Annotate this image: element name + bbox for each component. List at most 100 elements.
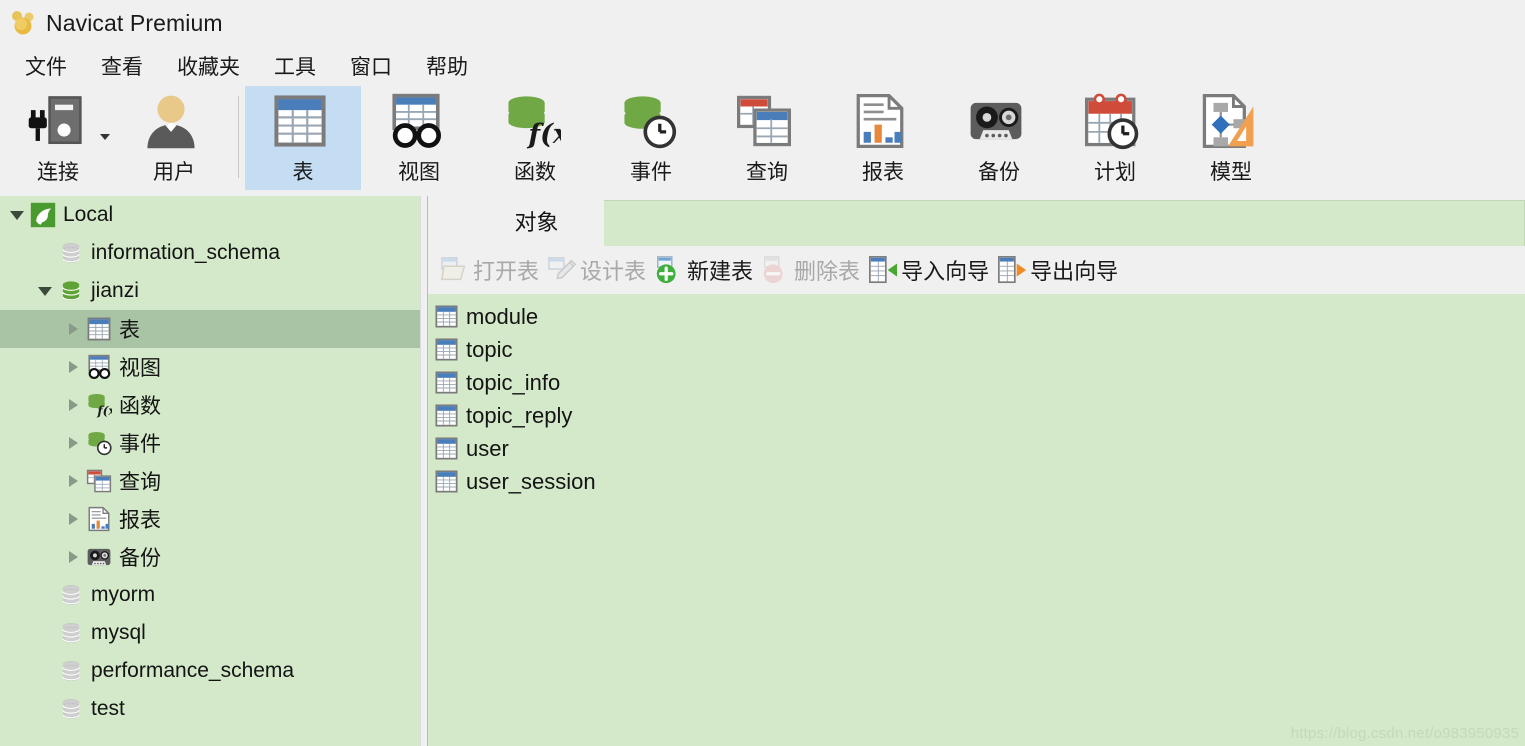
tree-item[interactable]: 备份 [0, 538, 420, 576]
object-button-label: 导入向导 [901, 259, 990, 284]
tab-objects[interactable]: 对象 [469, 196, 604, 246]
toolbar-button-view-glasses[interactable]: 视图 [361, 86, 477, 190]
database-grey-icon [58, 240, 84, 266]
tree-item-label: test [91, 697, 125, 720]
object-button-delete-table-minus: 删除表 [757, 250, 864, 290]
object-button-export-wizard[interactable]: 导出向导 [993, 250, 1122, 290]
tree-item[interactable]: 表 [0, 310, 420, 348]
toolbar-button-backup-tape[interactable]: 备份 [941, 86, 1057, 190]
chevron-right-icon[interactable] [68, 399, 78, 411]
toolbar-button-label: 事件 [630, 161, 672, 184]
tree-item-label: 备份 [119, 547, 161, 570]
tree-item[interactable]: myorm [0, 576, 420, 614]
query-tables-icon [86, 468, 112, 494]
tree-item[interactable]: 查询 [0, 462, 420, 500]
tree-expander[interactable] [4, 210, 30, 220]
tree-item-label: 视图 [119, 357, 161, 380]
toolbar-button-query-tables[interactable]: 查询 [709, 86, 825, 190]
object-toolbar: 打开表 设计表 新建表 删除表 导入向导 导出向导 [428, 246, 1525, 294]
tree-item[interactable]: mysql [0, 614, 420, 652]
tree-item[interactable]: f(x) 函数 [0, 386, 420, 424]
svg-text:f(x): f(x) [96, 404, 112, 418]
query-tables-icon [735, 92, 799, 152]
toolbar-button-event-clock[interactable]: 事件 [593, 86, 709, 190]
tree-item[interactable]: information_schema [0, 234, 420, 272]
chevron-right-icon[interactable] [68, 323, 78, 335]
chevron-right-icon[interactable] [68, 475, 78, 487]
toolbar-button-label: 函数 [514, 161, 556, 184]
tree-item[interactable]: 视图 [0, 348, 420, 386]
event-clock-icon [619, 92, 683, 152]
event-clock-icon [86, 430, 112, 456]
tree-item-label: performance_schema [91, 659, 295, 682]
tree-item-label: 函数 [119, 395, 161, 418]
object-list[interactable]: module topic topic_info topic_reply user… [428, 294, 1525, 746]
toolbar-button-report-chart[interactable]: 报表 [825, 86, 941, 190]
table-icon [434, 304, 462, 330]
chevron-down-icon[interactable] [38, 286, 52, 296]
toolbar-button-model-diagram[interactable]: 模型 [1173, 86, 1289, 190]
toolbar-button-connection-plug[interactable]: 连接 [0, 86, 116, 190]
chevron-right-icon[interactable] [68, 551, 78, 563]
toolbar-button-label: 计划 [1094, 161, 1136, 184]
toolbar-button-label: 用户 [153, 161, 195, 184]
connection-plug-icon [26, 92, 90, 152]
tree-expander[interactable] [60, 323, 86, 335]
table-icon [86, 316, 112, 342]
mysql-dolphin-icon [30, 202, 56, 228]
tree-item-label: myorm [91, 583, 156, 606]
menu-tools[interactable]: 工具 [257, 49, 333, 83]
toolbar-button-table[interactable]: 表 [245, 86, 361, 190]
table-list-item[interactable]: topic [428, 333, 1525, 366]
object-button-open-table: 打开表 [436, 250, 543, 290]
menu-help[interactable]: 帮助 [409, 49, 485, 83]
tree-expander[interactable] [60, 513, 86, 525]
tree-expander[interactable] [60, 475, 86, 487]
tree-expander[interactable] [32, 286, 58, 296]
object-button-label: 导出向导 [1030, 259, 1119, 284]
table-list-item[interactable]: topic_info [428, 366, 1525, 399]
table-list-item-label: topic_info [466, 369, 561, 395]
menu-file[interactable]: 文件 [8, 49, 84, 83]
export-wizard-icon [997, 255, 1027, 285]
tree-item[interactable]: test [0, 690, 420, 728]
table-list-item[interactable]: user [428, 432, 1525, 465]
title-bar: Navicat Premium [0, 0, 1525, 46]
tree-item[interactable]: 报表 [0, 500, 420, 538]
tree-item[interactable]: Local [0, 196, 420, 234]
toolbar-button-function-fx[interactable]: f(x) 函数 [477, 86, 593, 190]
connection-tree-sidebar[interactable]: Local information_schema jianzi 表 视图 f(… [0, 196, 420, 746]
table-list-item[interactable]: user_session [428, 465, 1525, 498]
table-list-item[interactable]: module [428, 300, 1525, 333]
object-button-new-table-plus[interactable]: 新建表 [650, 250, 757, 290]
tree-item-label: mysql [91, 621, 146, 644]
chevron-right-icon[interactable] [68, 361, 78, 373]
tree-item[interactable]: performance_schema [0, 652, 420, 690]
tree-expander[interactable] [60, 399, 86, 411]
tree-item[interactable]: jianzi [0, 272, 420, 310]
toolbar-button-schedule-calendar[interactable]: 计划 [1057, 86, 1173, 190]
chevron-right-icon[interactable] [68, 513, 78, 525]
import-wizard-icon [868, 255, 898, 285]
report-chart-icon [86, 506, 112, 532]
model-diagram-icon [1199, 92, 1263, 152]
menu-view[interactable]: 查看 [84, 49, 160, 83]
chevron-down-icon[interactable] [10, 210, 24, 220]
tree-expander[interactable] [60, 361, 86, 373]
menu-favorites[interactable]: 收藏夹 [160, 49, 257, 83]
toolbar-button-user[interactable]: 用户 [116, 86, 232, 190]
chevron-right-icon[interactable] [68, 437, 78, 449]
tree-item[interactable]: 事件 [0, 424, 420, 462]
table-list-item-label: topic [466, 336, 513, 362]
tree-expander[interactable] [60, 551, 86, 563]
menu-window[interactable]: 窗口 [333, 49, 409, 83]
tab-bar: 对象 [428, 196, 1525, 246]
tree-expander[interactable] [60, 437, 86, 449]
object-button-import-wizard[interactable]: 导入向导 [864, 250, 993, 290]
table-list-item[interactable]: topic_reply [428, 399, 1525, 432]
tree-item-label: 查询 [119, 471, 161, 494]
tree-item-label: 事件 [119, 433, 161, 456]
chevron-down-icon[interactable] [100, 134, 110, 140]
panel-splitter[interactable] [420, 196, 428, 746]
table-list-item-label: module [466, 303, 539, 329]
